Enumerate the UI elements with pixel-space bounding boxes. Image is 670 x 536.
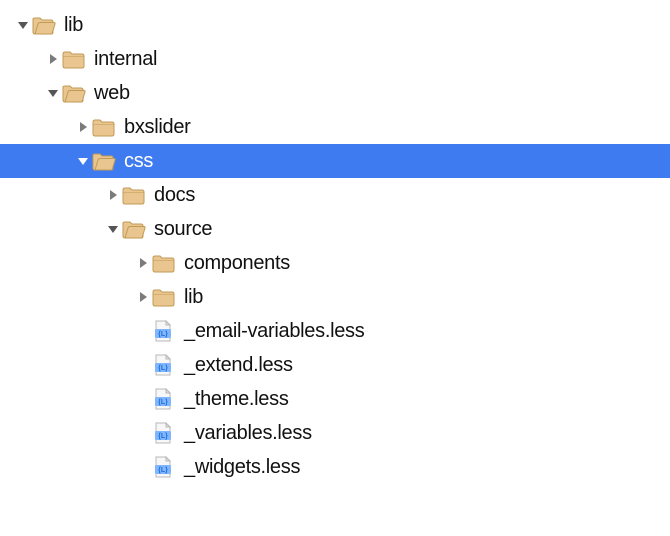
folder-label: docs: [154, 185, 195, 205]
tree-folder-row[interactable]: bxslider: [0, 110, 670, 144]
folder-label: lib: [184, 287, 203, 307]
chevron-right-icon[interactable]: [134, 257, 152, 269]
file-label: _extend.less: [184, 355, 293, 375]
file-label: _email-variables.less: [184, 321, 364, 341]
folder-icon: [92, 117, 118, 137]
tree-folder-row[interactable]: source: [0, 212, 670, 246]
folder-label: web: [94, 83, 130, 103]
tree-folder-row[interactable]: components: [0, 246, 670, 280]
folder-label: internal: [94, 49, 157, 69]
tree-folder-row[interactable]: web: [0, 76, 670, 110]
folder-icon: [152, 287, 178, 307]
folder-open-icon: [122, 219, 148, 239]
folder-label: lib: [64, 15, 83, 35]
folder-label: css: [124, 151, 153, 171]
svg-text:{L}: {L}: [158, 399, 168, 406]
svg-text:{L}: {L}: [158, 331, 168, 338]
folder-icon: [62, 49, 88, 69]
tree-folder-row[interactable]: css: [0, 144, 670, 178]
file-tree: lib internal web bxslider cssdocs source compo…: [0, 0, 670, 484]
folder-label: bxslider: [124, 117, 191, 137]
chevron-right-icon[interactable]: [104, 189, 122, 201]
chevron-down-icon[interactable]: [14, 19, 32, 31]
chevron-down-icon[interactable]: [44, 87, 62, 99]
tree-file-row[interactable]: {L} _variables.less: [0, 416, 670, 450]
tree-folder-row[interactable]: lib: [0, 280, 670, 314]
file-label: _variables.less: [184, 423, 312, 443]
chevron-right-icon[interactable]: [74, 121, 92, 133]
svg-text:{L}: {L}: [158, 467, 168, 474]
tree-folder-row[interactable]: lib: [0, 8, 670, 42]
folder-label: components: [184, 253, 290, 273]
less-file-icon: {L}: [152, 354, 178, 376]
less-file-icon: {L}: [152, 422, 178, 444]
chevron-down-icon[interactable]: [74, 155, 92, 167]
folder-open-icon: [62, 83, 88, 103]
folder-open-icon: [92, 151, 118, 171]
chevron-down-icon[interactable]: [104, 223, 122, 235]
tree-file-row[interactable]: {L} _email-variables.less: [0, 314, 670, 348]
less-file-icon: {L}: [152, 388, 178, 410]
less-file-icon: {L}: [152, 320, 178, 342]
folder-icon: [122, 185, 148, 205]
svg-text:{L}: {L}: [158, 365, 168, 372]
folder-open-icon: [32, 15, 58, 35]
chevron-right-icon[interactable]: [134, 291, 152, 303]
tree-folder-row[interactable]: docs: [0, 178, 670, 212]
tree-file-row[interactable]: {L} _extend.less: [0, 348, 670, 382]
less-file-icon: {L}: [152, 456, 178, 478]
file-label: _widgets.less: [184, 457, 300, 477]
folder-icon: [152, 253, 178, 273]
folder-label: source: [154, 219, 212, 239]
tree-folder-row[interactable]: internal: [0, 42, 670, 76]
svg-text:{L}: {L}: [158, 433, 168, 440]
tree-file-row[interactable]: {L} _theme.less: [0, 382, 670, 416]
tree-file-row[interactable]: {L} _widgets.less: [0, 450, 670, 484]
chevron-right-icon[interactable]: [44, 53, 62, 65]
file-label: _theme.less: [184, 389, 289, 409]
